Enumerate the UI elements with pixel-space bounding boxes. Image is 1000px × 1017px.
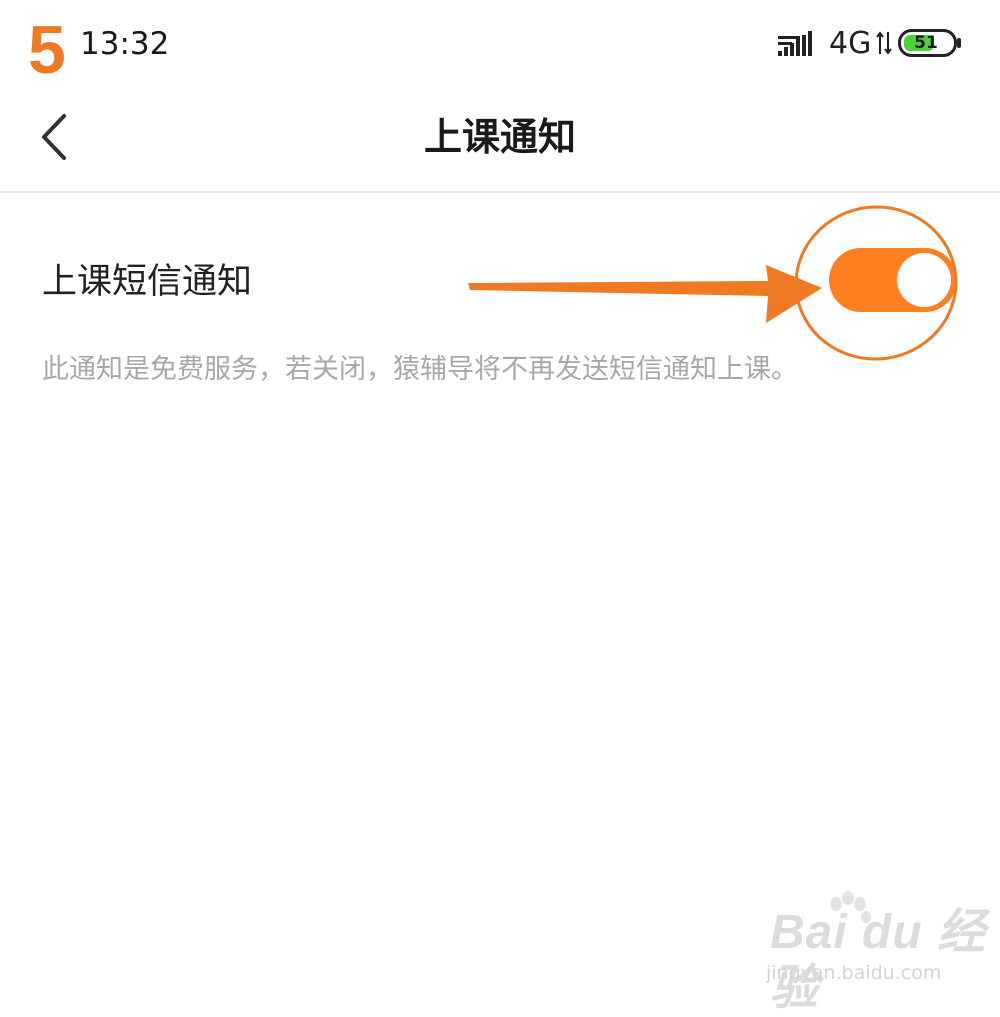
- signal-bars-icon: [778, 31, 812, 56]
- data-arrows-icon: [876, 31, 892, 55]
- toggle-knob: [897, 253, 951, 307]
- status-time: 13:32: [80, 26, 170, 62]
- step-number-badge: 5: [28, 12, 66, 88]
- watermark-url: jingyan.baidu.com: [766, 962, 942, 984]
- sms-notification-label: 上课短信通知: [42, 262, 253, 302]
- battery-level: 51: [914, 33, 938, 53]
- page-title: 上课通知: [423, 115, 576, 159]
- sms-notification-description: 此通知是免费服务，若关闭，猿辅导将不再发送短信通知上课。: [42, 354, 798, 385]
- header-divider: [0, 191, 1000, 193]
- sms-notification-toggle[interactable]: [829, 248, 957, 312]
- pointer-arrow: [468, 265, 822, 323]
- network-type-label: 4G: [829, 26, 872, 61]
